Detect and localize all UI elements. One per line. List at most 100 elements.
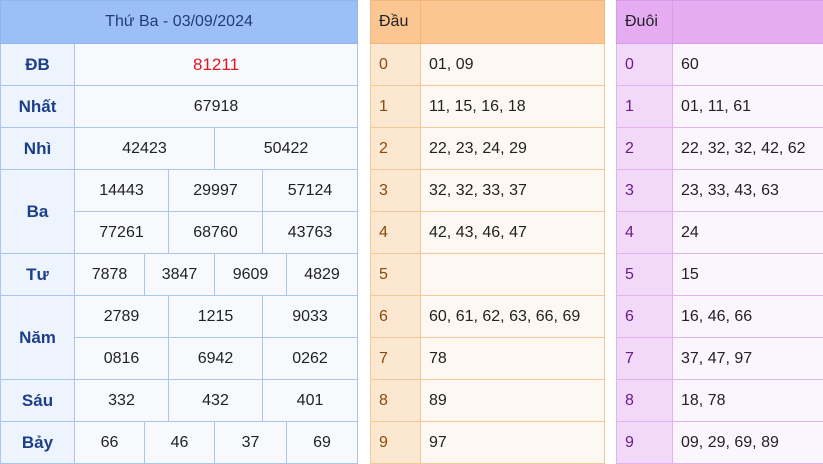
prize-value: 69 bbox=[285, 421, 359, 464]
head-values: 11, 15, 16, 18 bbox=[420, 85, 605, 128]
prize-value: 401 bbox=[261, 379, 359, 422]
results-title: Thứ Ba - 03/09/2024 bbox=[0, 0, 359, 44]
head-digit: 4 bbox=[370, 211, 421, 254]
head-header-blank bbox=[420, 0, 605, 44]
prize-row-first: Nhất 67918 bbox=[0, 85, 359, 128]
tail-digit: 8 bbox=[616, 379, 673, 422]
head-digit: 2 bbox=[370, 127, 421, 170]
head-row: 8 89 bbox=[370, 379, 605, 422]
prize-value: 332 bbox=[74, 379, 169, 422]
prize-label-sixth: Sáu bbox=[0, 379, 75, 422]
prize-value-special: 81211 bbox=[73, 43, 359, 86]
head-digit: 7 bbox=[370, 337, 421, 380]
tail-digit: 6 bbox=[616, 295, 673, 338]
head-digit: 8 bbox=[370, 379, 421, 422]
prize-row-seventh: Bảy 66 46 37 69 bbox=[0, 421, 359, 464]
head-row: 1 11, 15, 16, 18 bbox=[370, 85, 605, 128]
prize-row-third: Ba 14443 29997 57124 bbox=[0, 169, 359, 254]
prize-value: 68760 bbox=[168, 211, 263, 254]
head-values: 89 bbox=[420, 379, 605, 422]
tail-digit: 2 bbox=[616, 127, 673, 170]
results-table: Thứ Ba - 03/09/2024 ĐB 81211 Nhất 67918 … bbox=[0, 0, 359, 464]
prize-value: 2789 bbox=[74, 295, 169, 338]
tail-values: 01, 11, 61 bbox=[672, 85, 823, 128]
tail-title: Đuôi bbox=[616, 0, 673, 44]
head-digit: 9 bbox=[370, 421, 421, 464]
head-values: 22, 23, 24, 29 bbox=[420, 127, 605, 170]
head-row: 2 22, 23, 24, 29 bbox=[370, 127, 605, 170]
tail-values: 60 bbox=[672, 43, 823, 86]
tail-values: 09, 29, 69, 89 bbox=[672, 421, 823, 464]
tail-values: 24 bbox=[672, 211, 823, 254]
head-row: 0 01, 09 bbox=[370, 43, 605, 86]
prize-value: 66 bbox=[74, 421, 145, 464]
tail-digit: 0 bbox=[616, 43, 673, 86]
head-digit: 3 bbox=[370, 169, 421, 212]
prize-label-special: ĐB bbox=[0, 43, 75, 86]
head-title: Đầu bbox=[370, 0, 421, 44]
tail-values: 23, 33, 43, 63 bbox=[672, 169, 823, 212]
tail-row: 0 60 bbox=[616, 43, 823, 86]
tail-row: 5 15 bbox=[616, 253, 823, 296]
prize-label-second: Nhì bbox=[0, 127, 75, 170]
prize-value: 50422 bbox=[213, 127, 359, 170]
prize-value: 9033 bbox=[261, 295, 359, 338]
tail-digit: 5 bbox=[616, 253, 673, 296]
tail-table: Đuôi 0 60 1 01, 11, 61 2 22, 32, 32, 42, 62… bbox=[616, 0, 823, 464]
head-digit: 1 bbox=[370, 85, 421, 128]
tail-values: 15 bbox=[672, 253, 823, 296]
tail-header-blank bbox=[672, 0, 823, 44]
tail-row: 4 24 bbox=[616, 211, 823, 254]
head-values bbox=[420, 253, 605, 296]
head-row: 5 bbox=[370, 253, 605, 296]
prize-value: 6942 bbox=[168, 337, 263, 380]
prize-label-third: Ba bbox=[0, 169, 75, 254]
tail-values: 22, 32, 32, 42, 62 bbox=[672, 127, 823, 170]
prize-label-fifth: Năm bbox=[0, 295, 75, 380]
prize-value: 57124 bbox=[261, 169, 359, 212]
tail-digit: 9 bbox=[616, 421, 673, 464]
prize-label-fourth: Tư bbox=[0, 253, 75, 296]
head-values: 60, 61, 62, 63, 66, 69 bbox=[420, 295, 605, 338]
prize-value: 1215 bbox=[168, 295, 263, 338]
tail-digit: 7 bbox=[616, 337, 673, 380]
head-digit: 5 bbox=[370, 253, 421, 296]
prize-value-first: 67918 bbox=[73, 85, 359, 128]
prize-row-sixth: Sáu 332 432 401 bbox=[0, 379, 359, 422]
prize-value: 37 bbox=[214, 421, 287, 464]
tail-row: 9 09, 29, 69, 89 bbox=[616, 421, 823, 464]
prize-value: 14443 bbox=[74, 169, 169, 212]
tail-values: 18, 78 bbox=[672, 379, 823, 422]
tail-digit: 4 bbox=[616, 211, 673, 254]
prize-value: 432 bbox=[168, 379, 263, 422]
prize-value: 4829 bbox=[285, 253, 359, 296]
prize-value: 9609 bbox=[214, 253, 287, 296]
tail-values: 37, 47, 97 bbox=[672, 337, 823, 380]
prize-row-fourth: Tư 7878 3847 9609 4829 bbox=[0, 253, 359, 296]
tail-row: 6 16, 46, 66 bbox=[616, 295, 823, 338]
prize-value: 29997 bbox=[168, 169, 263, 212]
head-row: 6 60, 61, 62, 63, 66, 69 bbox=[370, 295, 605, 338]
prize-value: 43763 bbox=[261, 211, 359, 254]
prize-value: 3847 bbox=[144, 253, 215, 296]
prize-value: 46 bbox=[144, 421, 215, 464]
tail-values: 16, 46, 66 bbox=[672, 295, 823, 338]
head-row: 7 78 bbox=[370, 337, 605, 380]
head-digit: 0 bbox=[370, 43, 421, 86]
tail-row: 2 22, 32, 32, 42, 62 bbox=[616, 127, 823, 170]
tail-row: 1 01, 11, 61 bbox=[616, 85, 823, 128]
head-digit: 6 bbox=[370, 295, 421, 338]
tail-row: 7 37, 47, 97 bbox=[616, 337, 823, 380]
prize-value: 7878 bbox=[74, 253, 145, 296]
prize-value: 0262 bbox=[261, 337, 359, 380]
head-row: 9 97 bbox=[370, 421, 605, 464]
head-values: 78 bbox=[420, 337, 605, 380]
head-values: 42, 43, 46, 47 bbox=[420, 211, 605, 254]
prize-label-first: Nhất bbox=[0, 85, 75, 128]
prize-row-fifth: Năm 2789 1215 9033 bbox=[0, 295, 359, 380]
head-row: 3 32, 32, 33, 37 bbox=[370, 169, 605, 212]
prize-row-special: ĐB 81211 bbox=[0, 43, 359, 86]
head-values: 32, 32, 33, 37 bbox=[420, 169, 605, 212]
head-values: 01, 09 bbox=[420, 43, 605, 86]
tail-digit: 3 bbox=[616, 169, 673, 212]
